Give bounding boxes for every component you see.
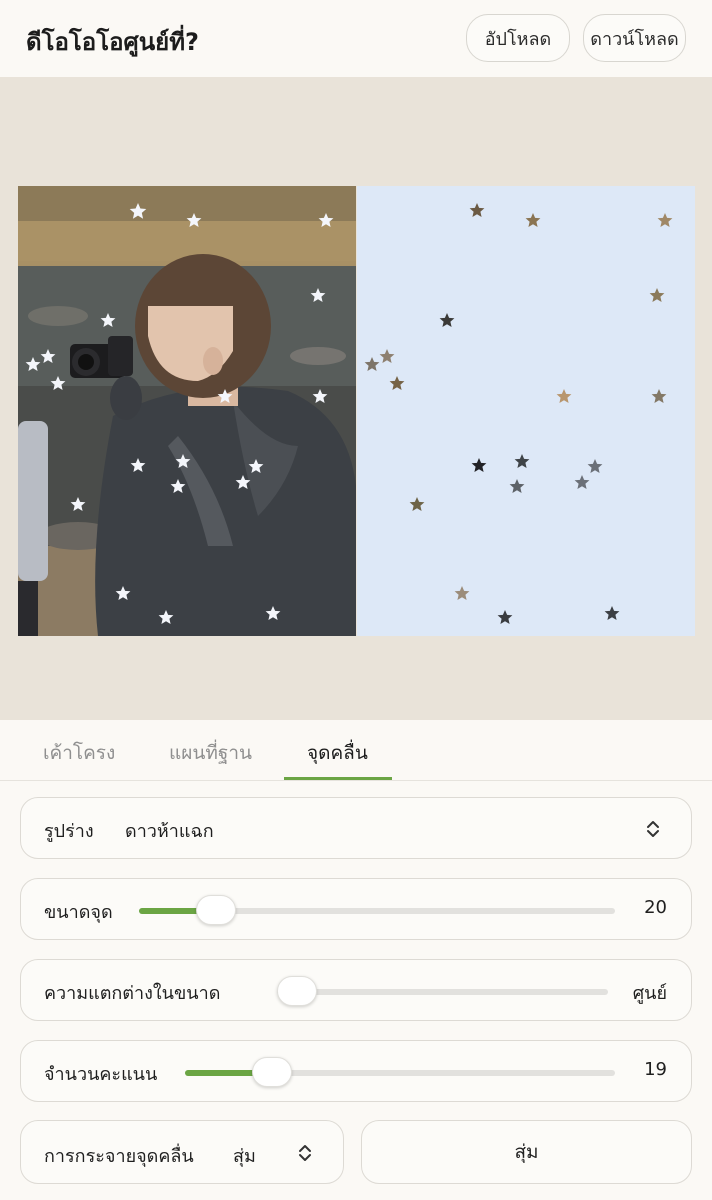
size-variation-value: ศูนย์	[632, 983, 667, 1004]
randomize-button[interactable]: สุ่ม	[361, 1120, 692, 1184]
canvas-area	[0, 77, 712, 720]
halftone-stars	[364, 203, 673, 624]
source-photo	[18, 186, 356, 636]
point-count-label: จำนวนคะแนน	[44, 1064, 158, 1085]
dot-size-value: 20	[644, 897, 667, 918]
chevron-updown-icon	[647, 821, 659, 837]
tab-basemap[interactable]: แผนที่ฐาน	[169, 738, 252, 768]
distribution-label: การกระจายจุดคลื่น	[44, 1146, 194, 1167]
halftone-preview	[18, 186, 695, 636]
point-count-control: จำนวนคะแนน 19	[20, 1040, 692, 1102]
star-icon	[454, 586, 470, 600]
star-icon	[379, 349, 395, 363]
app-title: ดีโอโอโอศูนย์ที่?	[26, 28, 199, 56]
active-tab-indicator	[284, 777, 392, 780]
star-icon	[469, 203, 485, 217]
shape-label: รูปร่าง	[44, 821, 94, 842]
tab-bar: เค้าโครง แผนที่ฐาน จุดคลื่น	[0, 720, 712, 781]
tab-halftone[interactable]: จุดคลื่น	[307, 738, 368, 768]
star-icon	[587, 459, 603, 473]
star-icon	[649, 288, 665, 302]
size-variation-label: ความแตกต่างในขนาด	[44, 983, 221, 1004]
dot-size-control: ขนาดจุด 20	[20, 878, 692, 940]
dot-size-slider[interactable]	[139, 895, 615, 925]
star-icon	[525, 213, 541, 227]
star-icon	[471, 458, 487, 472]
slider-thumb[interactable]	[252, 1057, 292, 1087]
upload-button[interactable]: อัปโหลด	[466, 14, 570, 62]
star-icon	[364, 357, 380, 371]
slider-thumb[interactable]	[196, 895, 237, 925]
star-icon	[574, 475, 590, 489]
download-button[interactable]: ดาวน์โหลด	[583, 14, 686, 62]
chevron-updown-icon	[299, 1145, 311, 1161]
app-header: ดีโอโอโอศูนย์ที่? อัปโหลด ดาวน์โหลด	[0, 0, 712, 76]
dot-size-label: ขนาดจุด	[44, 902, 113, 923]
distribution-value: สุ่ม	[233, 1146, 256, 1167]
star-icon	[409, 497, 425, 511]
halftone-pattern-panel	[357, 186, 695, 636]
distribution-select[interactable]: การกระจายจุดคลื่น สุ่ม	[20, 1120, 344, 1184]
slider-thumb[interactable]	[277, 976, 317, 1006]
star-icon	[651, 389, 667, 403]
size-variation-slider[interactable]	[277, 976, 608, 1006]
point-count-slider[interactable]	[185, 1057, 615, 1087]
star-icon	[514, 454, 530, 468]
star-icon	[509, 479, 525, 493]
shape-value: ดาวห้าแฉก	[125, 821, 214, 842]
size-variation-control: ความแตกต่างในขนาด ศูนย์	[20, 959, 692, 1021]
star-icon	[497, 610, 513, 624]
star-icon	[604, 606, 620, 620]
tab-outline[interactable]: เค้าโครง	[43, 738, 115, 768]
star-icon	[439, 313, 455, 327]
star-icon	[556, 389, 572, 403]
star-icon	[657, 213, 673, 227]
shape-select[interactable]: รูปร่าง ดาวห้าแฉก	[20, 797, 692, 859]
photo-illustration	[18, 186, 356, 636]
star-icon	[389, 376, 405, 390]
point-count-value: 19	[644, 1059, 667, 1080]
